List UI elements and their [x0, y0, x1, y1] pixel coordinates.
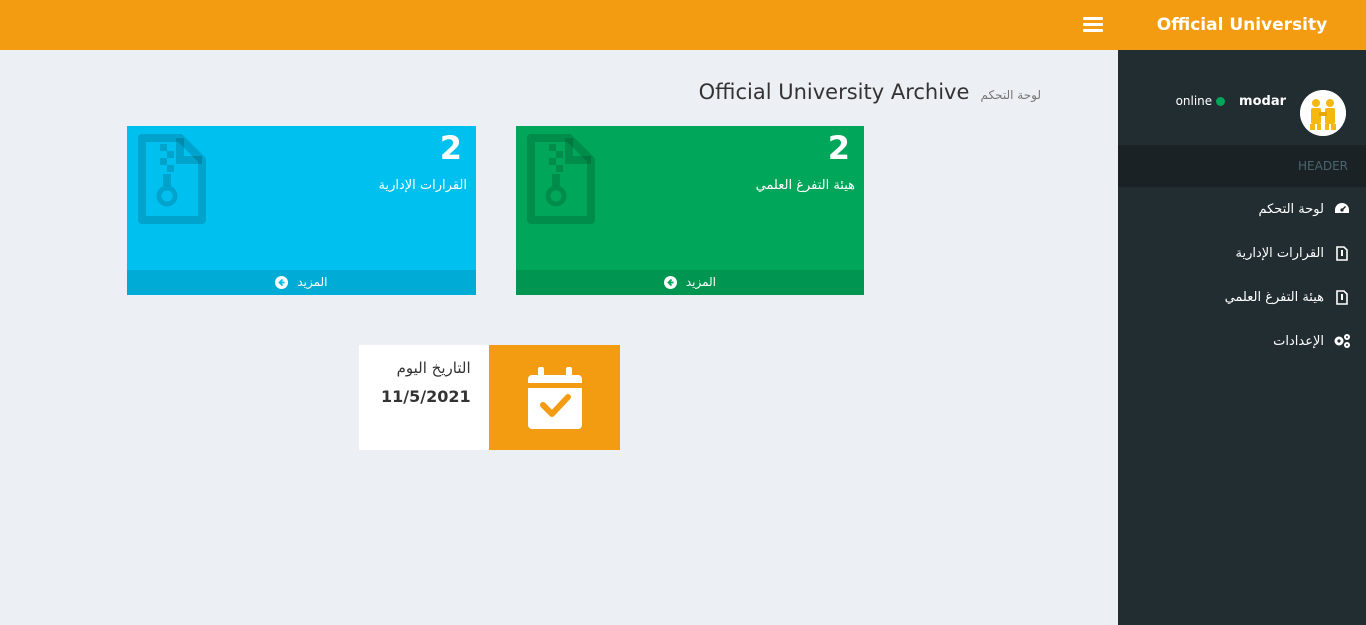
file-zip-icon [138, 134, 206, 224]
online-status-icon [1216, 97, 1225, 106]
more-info-link[interactable]: المزيد [127, 270, 476, 295]
menu-header: HEADER [1118, 145, 1366, 187]
date-info-box: التاريخ اليوم 11/5/2021 [359, 345, 620, 450]
stat-count: 2 [827, 129, 850, 167]
calendar-check-icon [489, 345, 620, 450]
stat-box-admin-decisions: 2 القرارات الإدارية المزيد [127, 126, 476, 295]
stat-box-sabbatical: 2 هيئة التفرغ العلمي المزيد [516, 126, 864, 295]
page-heading: Official University Archive [698, 80, 970, 104]
stat-label: القرارات الإدارية [378, 178, 468, 193]
sidebar-item-dashboard[interactable]: لوحة التحكم [1118, 187, 1366, 231]
date-value: 11/5/2021 [381, 387, 471, 406]
arrow-circle-left-icon [275, 276, 289, 289]
file-icon [1333, 245, 1351, 261]
file-zip-icon [527, 134, 595, 224]
sidebar-item-admin-decisions[interactable]: القرارات الإدارية [1118, 231, 1366, 275]
sidebar: modar online HEADER لوحة التحكم القرارات… [1118, 50, 1366, 625]
page-title: لوحة التحكم Official University Archive [699, 80, 1041, 104]
brand-logo[interactable]: Official University Archive [1118, 0, 1366, 85]
user-name: modar [1239, 94, 1286, 109]
arrow-circle-left-icon [663, 276, 677, 289]
stat-label: هيئة التفرغ العلمي [755, 178, 855, 193]
user-panel: modar online [1118, 50, 1366, 145]
stat-count: 2 [439, 129, 462, 167]
avatar [1300, 90, 1346, 136]
sidebar-item-settings[interactable]: الإعدادات [1118, 319, 1366, 363]
hamburger-icon [1083, 17, 1103, 20]
gears-icon [1333, 333, 1351, 349]
more-info-link[interactable]: المزيد [516, 270, 864, 295]
breadcrumb: لوحة التحكم [980, 88, 1042, 102]
sidebar-item-sabbatical[interactable]: هيئة التفرغ العلمي [1118, 275, 1366, 319]
user-status[interactable]: online [1176, 94, 1228, 108]
file-icon [1333, 289, 1351, 305]
date-label: التاريخ اليوم [396, 359, 471, 377]
dashboard-icon [1333, 201, 1351, 217]
sidebar-toggle-button[interactable] [1083, 15, 1103, 35]
top-header: Official University Archive [0, 0, 1366, 85]
